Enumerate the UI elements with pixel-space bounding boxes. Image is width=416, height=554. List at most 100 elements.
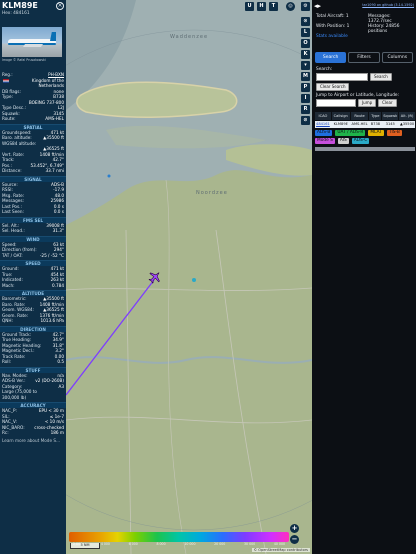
col-route[interactable]: Route	[350, 112, 369, 120]
altitude-tick: 10 000	[184, 542, 196, 546]
map-button-r[interactable]: R	[301, 105, 310, 114]
route-label: Route:	[2, 116, 16, 121]
source-badge[interactable]: AIS	[337, 138, 349, 144]
spatial-label: WGS84 altitude:	[2, 140, 37, 146]
close-icon[interactable]: ×	[56, 2, 64, 10]
source-badge[interactable]: Mode S	[315, 138, 335, 144]
signal-label: Last Seen:	[2, 209, 24, 214]
altitude-tick: 8 000	[156, 542, 166, 546]
cell-squawk: 3145	[385, 122, 395, 126]
map-label-sea: Waddenzee	[170, 34, 209, 40]
direction-row: Roll: 0.5	[0, 359, 66, 365]
spatial-value: ▲35500 ft	[43, 135, 64, 140]
jump-button[interactable]: Jump	[358, 99, 377, 107]
spatial-row: Distance: 33.7 nmi	[0, 168, 66, 174]
country-value: Kingdom of the Netherlands	[31, 77, 64, 89]
filter-icon[interactable]: ⊘	[301, 116, 310, 125]
aircraft-info-panel: KLM89E Hex: 484161 × Image © Rafal Prusa…	[0, 0, 66, 554]
panel-tabs: Search Filters Columns	[315, 52, 413, 63]
settings-icon[interactable]: ⚙	[301, 2, 310, 11]
altitude-tick: 6 000	[128, 542, 138, 546]
jump-input[interactable]	[316, 99, 356, 107]
col-callsign[interactable]: Callsign	[331, 112, 350, 120]
recenter-icon[interactable]: ⊙	[301, 17, 310, 26]
map-button-u[interactable]: U	[245, 2, 254, 11]
map-button-o[interactable]: O	[301, 39, 310, 48]
map-label-land: Noordzee	[196, 190, 228, 196]
spatial-value: 33.7 nmi	[45, 168, 64, 173]
col-altitude[interactable]: Alt. (ft)	[399, 112, 415, 120]
col-type[interactable]: Type	[369, 112, 382, 120]
altitude-row: QNH: 1013.6 hPa	[0, 318, 66, 324]
spatial-label: Distance:	[2, 168, 22, 173]
map-view[interactable]: Waddenzee Noordzee U H T ◎ ⚙ ⊙ L O K ▾ M…	[66, 0, 312, 554]
aircraft-hex: Hex: 484161	[2, 11, 30, 16]
map-canvas	[66, 0, 312, 554]
fms-value: 31.3°	[52, 228, 64, 233]
zoom-in-button[interactable]: +	[290, 524, 299, 533]
map-button-m[interactable]: M	[301, 72, 310, 81]
photo-wing	[22, 44, 44, 47]
source-badge[interactable]: MLAT	[368, 130, 384, 136]
aircraft-list-panel: ◂▸ tar1090 on github (3.14.1592) Total A…	[312, 0, 416, 554]
accuracy-label: Rc:	[2, 430, 9, 435]
speed-value: 0.784	[52, 282, 64, 288]
tab-search[interactable]: Search	[315, 52, 347, 63]
table-scrollbar[interactable]	[315, 147, 415, 151]
map-button-t[interactable]: T	[269, 2, 278, 11]
table-row[interactable]: 484161 KLM89E AMS-HEL B738 3145 ▲35500	[315, 121, 415, 128]
col-icao[interactable]: ICAO	[315, 112, 331, 120]
altitude-tick: 40 000	[273, 542, 285, 546]
col-squawk[interactable]: Squawk	[382, 112, 399, 120]
clear-search-button[interactable]: Clear Search	[316, 83, 350, 91]
wind-label: TAT / OAT:	[2, 252, 23, 258]
history-value: History: 24856 positions	[368, 24, 400, 34]
altitude-tick: 20 000	[214, 542, 226, 546]
type-label: Type:	[2, 94, 14, 99]
map-button-i[interactable]: I	[301, 94, 310, 103]
tab-columns[interactable]: Columns	[381, 52, 413, 63]
source-badge[interactable]: UAT / ADS-R	[335, 130, 366, 136]
accuracy-row: Rc: 186 m	[0, 430, 66, 436]
wind-row: TAT / OAT: -25 / -52 °C	[0, 253, 66, 259]
toggle-panel-icon[interactable]: ◂▸	[314, 2, 321, 10]
map-side-buttons: ⊙ L O K ▾ M P I R ⊘	[301, 17, 312, 127]
map-attribution[interactable]: © OpenStreetMap contributors	[251, 548, 310, 552]
route-row: Route: AMS-HEL	[0, 116, 66, 122]
source-badge[interactable]: ADS-B	[315, 130, 333, 136]
stats-available-link[interactable]: Stats available	[316, 34, 348, 39]
source-badge[interactable]: ADS-C	[351, 138, 370, 144]
aircraft-photo[interactable]	[2, 27, 62, 57]
altitude-color-legend	[69, 532, 289, 542]
total-aircraft: Total Aircraft: 1	[316, 14, 349, 19]
direction-label: Roll:	[2, 359, 12, 364]
layers-icon[interactable]: ◎	[286, 2, 295, 11]
expand-icon[interactable]: ▾	[301, 61, 310, 70]
learn-more-link[interactable]: Learn more about Mode S...	[2, 438, 60, 444]
stuff-value: A3	[58, 383, 64, 389]
search-input[interactable]	[316, 73, 368, 81]
zoom-out-button[interactable]: −	[290, 535, 299, 544]
aircraft-header: KLM89E Hex: 484161 ×	[0, 0, 66, 26]
altitude-label: QNH:	[2, 318, 13, 323]
photo-credit[interactable]: Image © Rafal Prusakowski	[2, 58, 46, 62]
stats-block: Total Aircraft: 1 Messages: 1372.7/sec W…	[316, 14, 414, 39]
version-link[interactable]: tar1090 on github (3.14.1592)	[362, 3, 414, 7]
search-button[interactable]: Search	[370, 73, 392, 81]
map-button-k[interactable]: K	[301, 50, 310, 59]
speed-label: Mach:	[2, 282, 15, 288]
signal-row: Last Seen: 0.0 s	[0, 209, 66, 215]
country-row: Kingdom of the Netherlands	[0, 78, 66, 89]
map-button-p[interactable]: P	[301, 83, 310, 92]
map-button-l[interactable]: L	[301, 28, 310, 37]
clear-button[interactable]: Clear	[378, 99, 397, 107]
aircraft-marker-icon[interactable]	[148, 270, 162, 284]
cell-icao[interactable]: 484161	[315, 121, 331, 128]
map-button-h[interactable]: H	[257, 2, 266, 11]
tab-filters[interactable]: Filters	[348, 52, 380, 63]
with-position: With Position: 1	[316, 24, 350, 29]
source-legend: ADS-B UAT / ADS-R MLAT TIS-B Mode S AIS ADS-C	[315, 130, 415, 144]
map-scale: 5 NM	[70, 543, 100, 549]
direction-value: 0.5	[57, 359, 64, 364]
source-badge[interactable]: TIS-B	[386, 130, 402, 136]
